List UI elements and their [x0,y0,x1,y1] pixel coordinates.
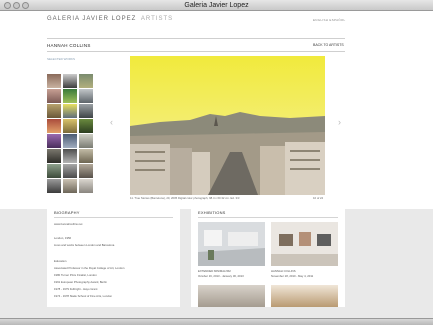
selected-works-label: SELECTED WORKS [47,57,76,61]
thumbnail[interactable] [47,179,61,193]
next-arrow-icon[interactable]: › [338,117,341,127]
thumbnail[interactable] [79,149,93,163]
window-bottom-bar [0,318,433,325]
logo-main: GALERIA JAVIER LOPEZ [47,16,137,22]
bio-line: Education [54,259,67,263]
thumbnail[interactable] [79,164,93,178]
photo-counter: 10 of 24 [313,196,324,200]
exhibitions-divider [198,217,338,218]
photo-caption: 11. True Stories (Barcelona), 20, 2005 D… [130,196,240,200]
thumbnail[interactable] [47,89,61,103]
thumbnail[interactable] [79,104,93,118]
thumbnail[interactable] [79,89,93,103]
bio-line: 1991 European Photography Award, Berlin [54,280,107,284]
previous-arrow-icon[interactable]: ‹ [110,117,113,127]
exhibitions-panel: EXHIBITIONS EXTENDED MINIMALISM October … [191,205,345,307]
thumbnail[interactable] [79,179,93,193]
gallery-room-image [198,222,265,266]
thumbnail[interactable] [63,149,77,163]
thumbnail[interactable] [47,74,61,88]
language-switch[interactable]: ENGLISH ESPAÑOL [313,18,345,22]
barcelona-cityscape-image [130,56,325,195]
window-titlebar: Galeria Javier Lopez [0,0,433,11]
thumbnail[interactable] [63,89,77,103]
biography-divider [54,217,173,218]
exhibition-title[interactable]: EXTENDED MINIMALISM [198,269,231,273]
gallery-room-image [271,222,338,266]
thumbnail[interactable] [79,134,93,148]
exhibition-dates: October 16, 2013 - January 30, 2013 [198,274,244,278]
header-divider [47,38,345,39]
thumbnail[interactable] [63,179,77,193]
featured-photograph [130,56,325,195]
gallery-logo[interactable]: GALERIA JAVIER LOPEZ ARTISTS [47,16,173,22]
thumbnail[interactable] [47,149,61,163]
thumbnail[interactable] [63,134,77,148]
bio-line: 1980 Turner Prize Finalist, London [54,273,97,277]
bio-line: 1978 - 1979 Fulbright - Hayo Grant [54,287,98,291]
biography-heading: BIOGRAPHY [54,210,80,215]
thumbnail[interactable] [79,74,93,88]
exhibition-dates: November 18, 2010 - May 4, 2011 [271,274,314,278]
thumbnail[interactable] [63,119,77,133]
bio-line: 1974 - 1978 Slade School of Fine Arts, L… [54,294,112,298]
artist-name: HANNAH COLLINS [47,43,91,48]
thumbnail[interactable] [47,134,61,148]
bio-line: London, 1956 [54,236,72,240]
thumbnail[interactable] [47,164,61,178]
exhibition-thumbnail[interactable] [271,222,338,266]
exhibition-thumbnail[interactable] [198,285,265,307]
thumbnail[interactable] [63,104,77,118]
bio-line: Lives and works between London and Barce… [54,243,115,247]
bio-website-link[interactable]: www.hannahcollins.net [54,222,82,226]
biography-panel: BIOGRAPHY www.hannahcollins.net London, … [47,205,180,307]
thumbnail[interactable] [47,119,61,133]
exhibition-thumbnail[interactable] [198,222,265,266]
exhibition-title[interactable]: HANNAH COLLINS [271,269,296,273]
back-to-artists-link[interactable]: BACK TO ARTISTS [313,43,344,47]
logo-sub: ARTISTS [140,16,174,22]
exhibitions-heading: EXHIBITIONS [198,210,226,215]
bio-line: Associated Professor in the Royal Colleg… [54,266,125,270]
thumbnail[interactable] [63,74,77,88]
window-title: Galeria Javier Lopez [184,2,249,9]
exhibition-thumbnail[interactable] [271,285,338,307]
thumbnail[interactable] [79,119,93,133]
thumbnail[interactable] [47,104,61,118]
thumbnail[interactable] [63,164,77,178]
artist-divider [47,51,345,52]
